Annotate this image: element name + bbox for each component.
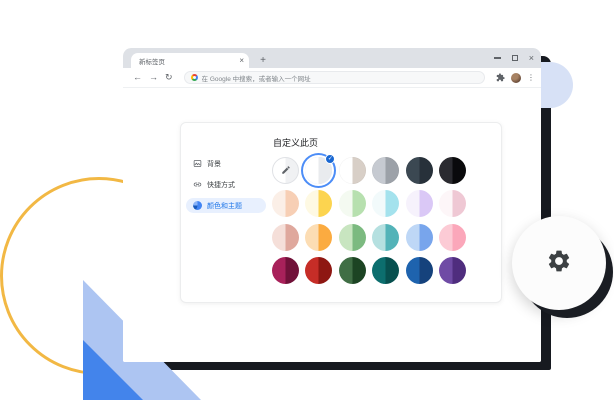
color-swatch-5[interactable] bbox=[406, 157, 433, 184]
back-icon[interactable]: ← bbox=[133, 73, 142, 82]
dialog-menu-label: 颜色和主题 bbox=[207, 201, 242, 211]
address-bar[interactable]: 在 Google 中搜索，或者输入一个网址 bbox=[184, 71, 485, 84]
browser-tab[interactable]: 新标签页 × bbox=[131, 53, 249, 68]
color-swatch-19[interactable] bbox=[272, 257, 299, 284]
color-swatch-24[interactable] bbox=[439, 257, 466, 284]
color-swatch-18[interactable] bbox=[439, 224, 466, 251]
reload-icon[interactable]: ↻ bbox=[165, 73, 173, 82]
color-swatch-23[interactable] bbox=[406, 257, 433, 284]
color-swatch-grid: ✓ bbox=[272, 157, 466, 284]
new-tab-page: 自定义此页 背景快捷方式颜色和主题 ✓ bbox=[123, 88, 541, 362]
browser-toolbar: ← → ↻ 在 Google 中搜索，或者输入一个网址 ⋮ bbox=[123, 68, 541, 88]
blue-semicircle-decoration bbox=[541, 62, 573, 108]
image-icon bbox=[193, 159, 202, 168]
color-swatch-14[interactable] bbox=[305, 224, 332, 251]
dialog-menu-item-1[interactable]: 背景 bbox=[186, 156, 266, 171]
minimize-button[interactable] bbox=[494, 57, 501, 59]
toolbar-right-icons: ⋮ bbox=[496, 73, 535, 83]
color-swatch-11[interactable] bbox=[406, 190, 433, 217]
browser-menu-icon[interactable]: ⋮ bbox=[527, 74, 535, 82]
window-controls: × bbox=[494, 48, 534, 68]
color-swatch-22[interactable] bbox=[372, 257, 399, 284]
color-swatch-16[interactable] bbox=[372, 224, 399, 251]
customize-dialog: 自定义此页 背景快捷方式颜色和主题 ✓ bbox=[180, 122, 502, 303]
theme-icon bbox=[193, 201, 202, 210]
address-placeholder: 在 Google 中搜索，或者输入一个网址 bbox=[202, 73, 311, 83]
google-logo-icon bbox=[191, 74, 198, 81]
custom-color-swatch[interactable] bbox=[272, 157, 299, 184]
color-swatch-13[interactable] bbox=[272, 224, 299, 251]
pencil-icon bbox=[281, 162, 291, 180]
tab-strip: 新标签页 × + × bbox=[123, 48, 541, 68]
forward-icon[interactable]: → bbox=[149, 73, 158, 82]
browser-window: 新标签页 × + × ← → ↻ 在 Google 中搜索，或者输入一个网址 ⋮… bbox=[123, 48, 541, 362]
settings-gear-button[interactable] bbox=[512, 216, 606, 310]
color-swatch-17[interactable] bbox=[406, 224, 433, 251]
dialog-title: 自定义此页 bbox=[273, 136, 318, 149]
color-swatch-9[interactable] bbox=[339, 190, 366, 217]
color-swatch-20[interactable] bbox=[305, 257, 332, 284]
color-swatch-21[interactable] bbox=[339, 257, 366, 284]
extensions-puzzle-icon[interactable] bbox=[496, 73, 505, 82]
new-tab-button[interactable]: + bbox=[257, 54, 269, 66]
color-swatch-6[interactable] bbox=[439, 157, 466, 184]
color-swatch-2[interactable]: ✓ bbox=[305, 157, 332, 184]
color-swatch-7[interactable] bbox=[272, 190, 299, 217]
dialog-menu: 背景快捷方式颜色和主题 bbox=[186, 156, 266, 219]
color-swatch-3[interactable] bbox=[339, 157, 366, 184]
selected-check-badge: ✓ bbox=[325, 154, 335, 164]
dialog-menu-label: 背景 bbox=[207, 159, 221, 169]
profile-avatar[interactable] bbox=[511, 73, 521, 83]
dialog-menu-item-3[interactable]: 颜色和主题 bbox=[186, 198, 266, 213]
color-swatch-8[interactable] bbox=[305, 190, 332, 217]
gear-icon bbox=[546, 248, 572, 279]
tab-close-icon[interactable]: × bbox=[239, 57, 244, 65]
color-swatch-15[interactable] bbox=[339, 224, 366, 251]
dialog-menu-item-2[interactable]: 快捷方式 bbox=[186, 177, 266, 192]
color-swatch-12[interactable] bbox=[439, 190, 466, 217]
color-swatch-4[interactable] bbox=[372, 157, 399, 184]
dialog-menu-label: 快捷方式 bbox=[207, 180, 235, 190]
link-icon bbox=[193, 180, 202, 189]
tab-title: 新标签页 bbox=[139, 56, 239, 66]
close-window-button[interactable]: × bbox=[529, 54, 534, 63]
maximize-button[interactable] bbox=[512, 55, 518, 61]
color-swatch-10[interactable] bbox=[372, 190, 399, 217]
